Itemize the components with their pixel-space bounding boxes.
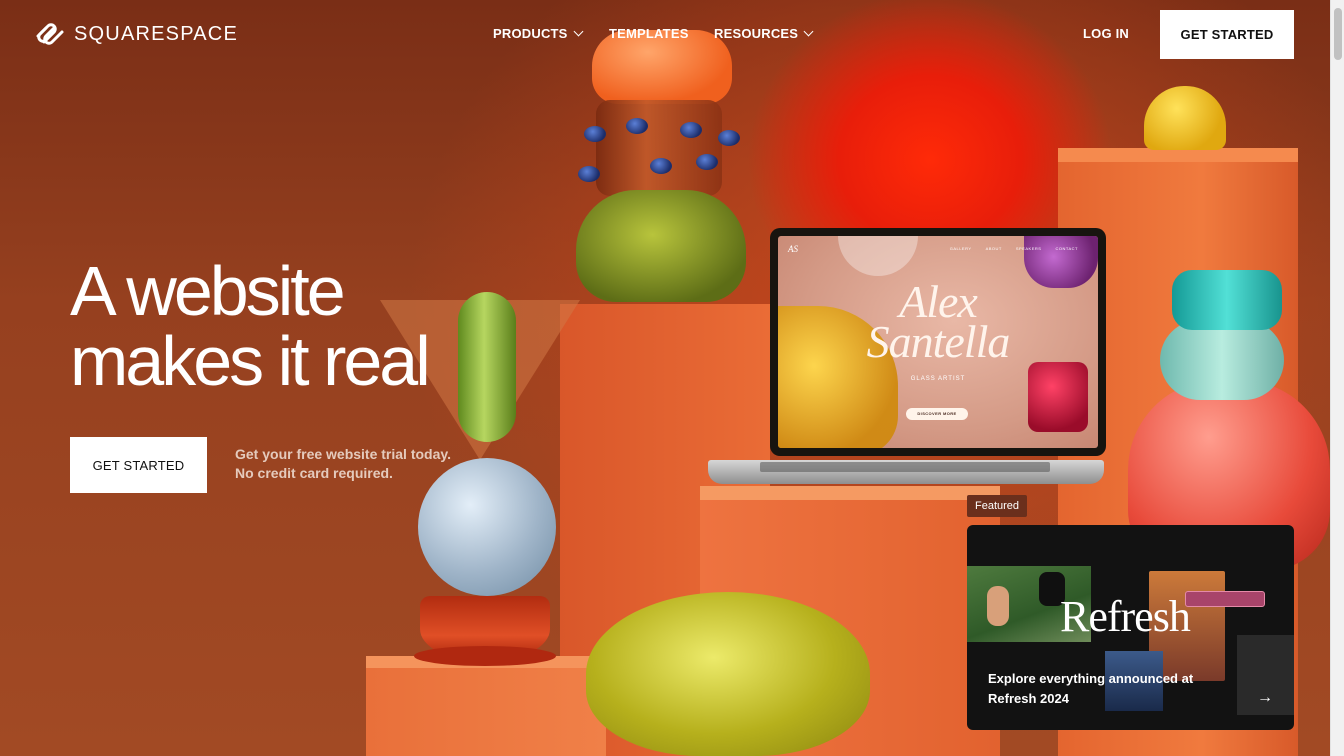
green-glass-vase [576, 190, 746, 302]
blue-bead [718, 130, 740, 146]
featured-text: Explore everything announced at Refresh … [988, 671, 1194, 706]
nav-item-label: PRODUCTS [493, 26, 568, 41]
nav-item-label: TEMPLATES [609, 26, 689, 41]
nav-item-templates[interactable]: TEMPLATES [609, 26, 689, 41]
pedestal-top [700, 486, 1000, 500]
preview-nav-item: GALLERY [949, 246, 972, 251]
ui-pill-graphic [1185, 591, 1265, 607]
orange-pedestal [366, 656, 606, 756]
featured-card[interactable]: Refresh Explore everything announced at … [967, 525, 1294, 730]
squarespace-logo-icon [36, 23, 64, 45]
preview-nav-item: ABOUT [985, 246, 1002, 251]
blue-bead [584, 126, 606, 142]
nav-item-label: RESOURCES [714, 26, 799, 41]
nav-item-resources[interactable]: RESOURCES [714, 26, 814, 41]
yellow-glass-bowl [586, 592, 870, 756]
headline-line: A website [70, 252, 346, 330]
blue-bead [578, 166, 600, 182]
login-link[interactable]: LOG IN [1083, 26, 1129, 41]
featured-tag: Featured [967, 495, 1028, 517]
pedestal-top [1058, 148, 1298, 162]
teal-glass-neck [1160, 320, 1284, 400]
header-get-started-button[interactable]: GET STARTED [1160, 10, 1294, 59]
scrollbar-thumb[interactable] [1334, 8, 1342, 60]
preview-logo: AS [788, 244, 798, 254]
yellow-glass-vase [1144, 86, 1226, 150]
glass-vase-body [596, 100, 722, 196]
teal-glass-top [1172, 270, 1282, 330]
hero-section: AS GALLERY ABOUT SPEAKERS CONTACT Alex S… [0, 0, 1330, 756]
red-glass-image [1028, 362, 1088, 432]
arrow-right-icon[interactable]: → [1257, 689, 1273, 707]
trial-line: No credit card required. [235, 465, 393, 481]
red-glass-base [414, 646, 556, 666]
green-glass-pill [458, 292, 516, 442]
nav-item-products[interactable]: PRODUCTS [493, 26, 584, 41]
hero-headline: A website makes it real [70, 252, 431, 400]
preview-discover-button: DISCOVER MORE [906, 408, 968, 420]
preview-artist-name: Alex Santella [778, 279, 1098, 367]
squarespace-logo-link[interactable]: SQUARESPACE [34, 20, 238, 48]
featured-title: Refresh [1060, 592, 1191, 641]
headline-line: makes it real [70, 322, 431, 400]
laptop-screen: AS GALLERY ABOUT SPEAKERS CONTACT Alex S… [770, 228, 1106, 456]
preview-nav-item: SPEAKERS [1015, 246, 1042, 251]
preview-nav: GALLERY ABOUT SPEAKERS CONTACT [950, 246, 1078, 251]
hero-get-started-button[interactable]: GET STARTED [70, 437, 207, 493]
blue-bead [650, 158, 672, 174]
blue-bead [696, 154, 718, 170]
clear-glass-image [838, 236, 918, 276]
preview-nav-item: CONTACT [1055, 246, 1078, 251]
chevron-down-icon [573, 26, 584, 37]
scrollbar[interactable] [1330, 0, 1344, 756]
trial-line: Get your free website trial today. [235, 446, 452, 462]
laptop-website-preview: AS GALLERY ABOUT SPEAKERS CONTACT Alex S… [778, 236, 1098, 448]
trial-note: Get your free website trial today. No cr… [235, 445, 451, 483]
brand-name: SQUARESPACE [74, 22, 238, 45]
preview-subtitle: GLASS ARTIST [910, 376, 966, 382]
blue-bead [626, 118, 648, 134]
laptop-keyboard [760, 462, 1050, 472]
purple-glass-image [1024, 236, 1098, 288]
preview-name-line: Santella [866, 316, 1011, 367]
blue-bead [680, 122, 702, 138]
chevron-down-icon [803, 26, 814, 37]
orange-glass-cap [592, 30, 732, 104]
athlete-figure [987, 586, 1009, 626]
